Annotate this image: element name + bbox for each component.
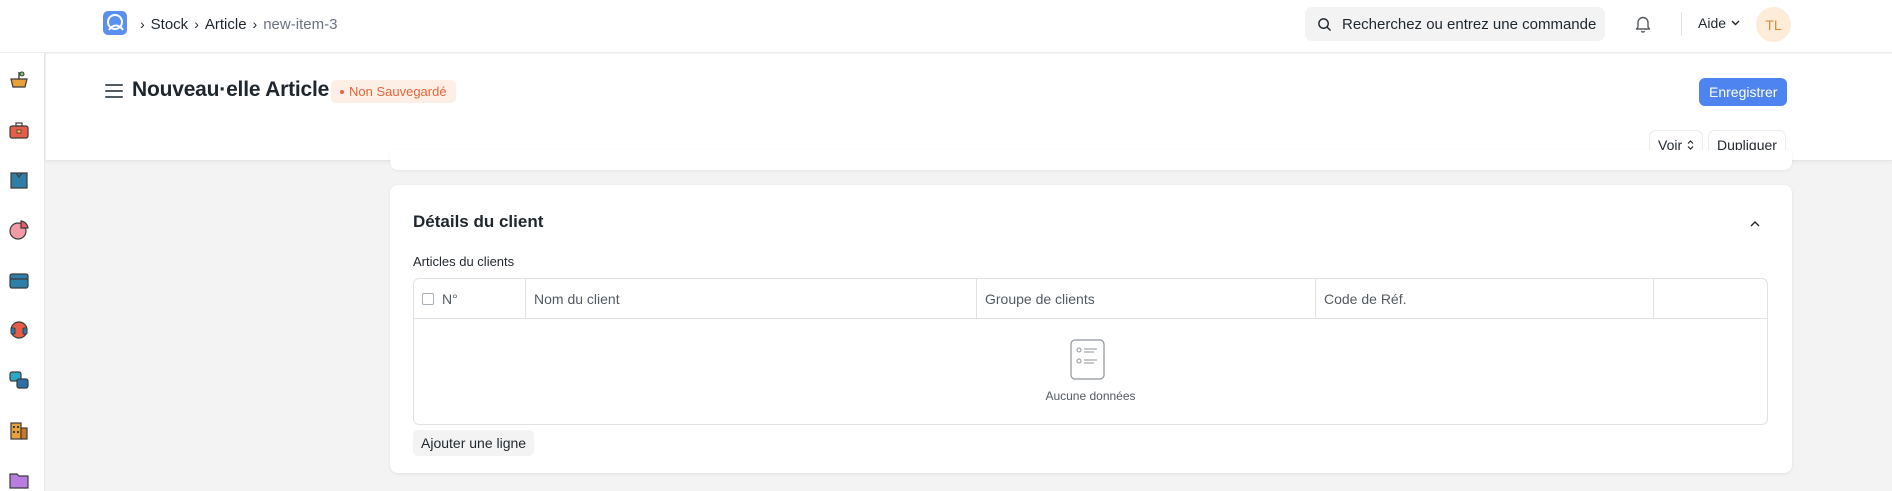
app-logo[interactable] xyxy=(103,11,127,35)
status-dot-icon xyxy=(340,89,344,94)
column-header-customer-name[interactable]: Nom du client xyxy=(526,279,977,319)
pie-chart-icon[interactable] xyxy=(8,219,30,241)
icon-sidebar xyxy=(0,53,45,491)
cubes-icon[interactable] xyxy=(8,369,30,391)
sort-updown-icon xyxy=(1687,139,1694,150)
headset-icon[interactable] xyxy=(8,319,30,341)
table-header-row: N° Nom du client Groupe de clients Code … xyxy=(414,279,1767,319)
status-label: Non Sauvegardé xyxy=(349,84,447,99)
top-navbar: › Stock › Article › new-item-3 Recherche… xyxy=(0,0,1892,53)
breadcrumb-stock[interactable]: Stock xyxy=(151,16,189,33)
help-label: Aide xyxy=(1698,15,1727,31)
notification-bell-icon[interactable] xyxy=(1634,14,1652,34)
column-header-actions xyxy=(1654,279,1767,319)
search-bar[interactable]: Recherchez ou entrez une commande xyxy=(1305,7,1605,41)
chevron-down-icon xyxy=(1731,20,1740,26)
customer-details-card: Détails du client Articles du clients N°… xyxy=(390,185,1792,473)
menu-icon[interactable] xyxy=(105,84,123,100)
empty-list-icon xyxy=(1070,339,1105,380)
navbar-divider xyxy=(1681,12,1682,36)
page-title: Nouveau·elle Article xyxy=(132,78,330,101)
search-icon xyxy=(1318,17,1331,31)
column-header-number: N° xyxy=(414,279,526,319)
breadcrumb-separator: › xyxy=(194,16,199,32)
folder-icon[interactable] xyxy=(8,469,30,491)
building-icon[interactable] xyxy=(8,419,30,441)
select-all-checkbox[interactable] xyxy=(422,293,434,305)
column-number-label: N° xyxy=(442,291,458,307)
chevron-up-icon[interactable] xyxy=(1748,216,1762,227)
help-dropdown[interactable]: Aide xyxy=(1698,15,1740,31)
breadcrumb: › Stock › Article › new-item-3 xyxy=(138,14,337,34)
breadcrumb-article[interactable]: Article xyxy=(205,16,247,33)
status-badge: Non Sauvegardé xyxy=(331,80,456,103)
column-header-customer-group[interactable]: Groupe de clients xyxy=(977,279,1316,319)
avatar[interactable]: TL xyxy=(1756,7,1791,42)
column-header-ref-code[interactable]: Code de Réf. xyxy=(1316,279,1654,319)
page-header: Nouveau·elle Article Non Sauvegardé Enre… xyxy=(46,54,1892,161)
breadcrumb-separator: › xyxy=(140,16,145,32)
breadcrumb-current: new-item-3 xyxy=(263,15,338,33)
add-row-button[interactable]: Ajouter une ligne xyxy=(413,430,535,456)
shopping-basket-icon[interactable] xyxy=(8,69,30,91)
section-title: Détails du client xyxy=(413,212,544,231)
empty-state-text: Aucune données xyxy=(1045,389,1136,403)
customer-items-table: N° Nom du client Groupe de clients Code … xyxy=(413,278,1768,425)
shirt-icon[interactable] xyxy=(8,169,30,191)
previous-section-card xyxy=(390,150,1792,170)
search-placeholder: Recherchez ou entrez une commande xyxy=(1342,15,1597,33)
save-button[interactable]: Enregistrer xyxy=(1699,78,1788,106)
toolbox-icon[interactable] xyxy=(8,119,30,141)
table-label: Articles du clients xyxy=(413,254,515,269)
breadcrumb-separator: › xyxy=(252,16,258,32)
cash-register-icon[interactable] xyxy=(8,269,30,291)
